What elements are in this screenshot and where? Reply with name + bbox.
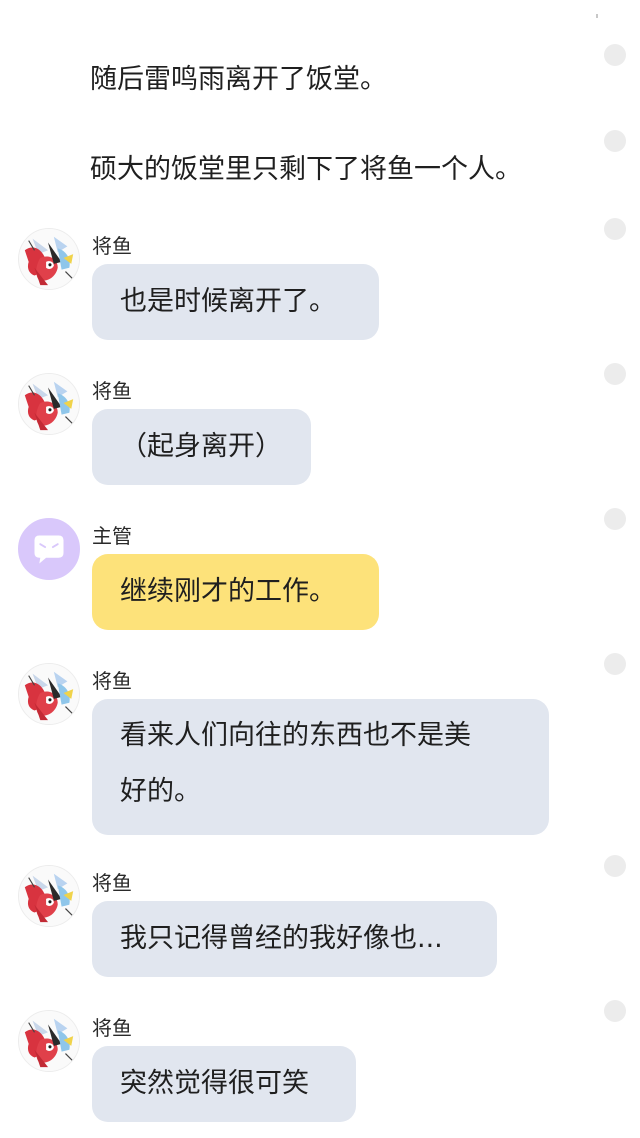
supervisor-chat-avatar[interactable] xyxy=(18,518,80,580)
jiangyu-avatar[interactable] xyxy=(18,663,80,725)
side-dot[interactable] xyxy=(604,130,626,152)
jiangyu-avatar[interactable] xyxy=(18,1010,80,1072)
message-line: 看来人们向往的东西也不是美 xyxy=(120,720,471,751)
speaker-name: 将鱼 xyxy=(92,234,132,258)
side-dot[interactable] xyxy=(604,1000,626,1022)
message-bubble-highlight[interactable]: 继续刚才的工作。 xyxy=(92,554,379,630)
message-bubble[interactable]: 也是时候离开了。 xyxy=(92,264,379,340)
message-line: 好的。 xyxy=(120,776,201,807)
narration-line-2: 硕大的饭堂里只剩下了将鱼一个人。 xyxy=(90,154,522,185)
jiangyu-avatar[interactable] xyxy=(18,865,80,927)
message-bubble[interactable]: 看来人们向往的东西也不是美 好的。 xyxy=(92,699,549,835)
message-bubble[interactable]: （起身离开） xyxy=(92,409,311,485)
speaker-name: 将鱼 xyxy=(92,871,132,895)
narration-line-1: 随后雷鸣雨离开了饭堂。 xyxy=(90,64,387,95)
side-dot[interactable] xyxy=(604,44,626,66)
message-bubble[interactable]: 突然觉得很可笑 xyxy=(92,1046,356,1122)
side-dot[interactable] xyxy=(604,508,626,530)
speaker-name: 将鱼 xyxy=(92,379,132,403)
jiangyu-avatar[interactable] xyxy=(18,373,80,435)
message-bubble[interactable]: 我只记得曾经的我好像也... xyxy=(92,901,497,977)
side-dot[interactable] xyxy=(604,363,626,385)
side-dot[interactable] xyxy=(604,855,626,877)
chat-bubble-icon xyxy=(19,519,79,579)
jiangyu-avatar[interactable] xyxy=(18,228,80,290)
side-dot[interactable] xyxy=(604,218,626,240)
speaker-name: 主管 xyxy=(92,524,132,548)
speaker-name: 将鱼 xyxy=(92,1016,132,1040)
status-mark xyxy=(596,14,598,18)
side-dot[interactable] xyxy=(604,653,626,675)
speaker-name: 将鱼 xyxy=(92,669,132,693)
